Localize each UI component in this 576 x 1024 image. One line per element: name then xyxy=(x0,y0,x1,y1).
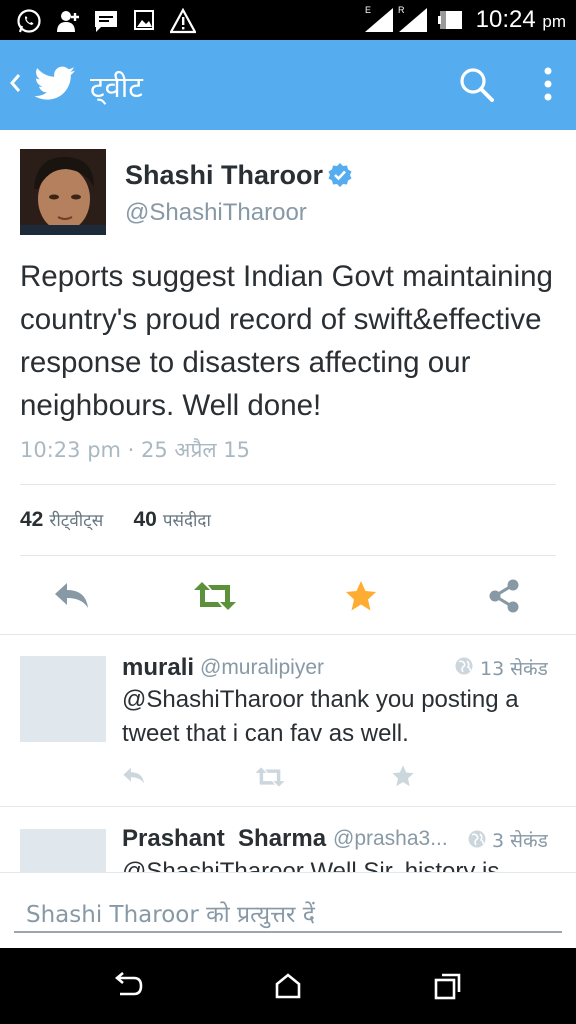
reply-time: 13 सेकंड xyxy=(480,658,548,680)
reply-time: 3 सेकंड xyxy=(492,830,548,852)
author-name[interactable]: Shashi Tharoor xyxy=(125,160,323,191)
reply-avatar[interactable] xyxy=(20,656,106,742)
search-icon[interactable] xyxy=(459,67,495,108)
system-nav-bar xyxy=(0,948,576,1024)
divider xyxy=(20,555,556,556)
reply-text: @ShashiTharoor thank you posting a tweet… xyxy=(122,686,519,747)
divider xyxy=(0,634,576,635)
back-icon[interactable] xyxy=(112,972,144,1005)
message-icon xyxy=(93,8,119,39)
divider xyxy=(20,484,556,485)
author-avatar[interactable] xyxy=(20,149,106,235)
verified-badge-icon xyxy=(327,162,353,193)
home-icon[interactable] xyxy=(274,972,302,1005)
tweet-timestamp: 10:23 pm · 25 अप्रैल 15 xyxy=(20,438,251,462)
svg-text:R: R xyxy=(398,5,405,15)
reply-composer: Shashi Tharoor को प्रत्युत्तर दें xyxy=(0,872,576,948)
reply-icon[interactable] xyxy=(52,580,92,617)
list-item: Prashant Sharma @prasha3... 3 सेकंड @Sha… xyxy=(0,808,576,872)
image-icon xyxy=(133,8,155,37)
reply-input[interactable]: Shashi Tharoor को प्रत्युत्तर दें xyxy=(14,889,562,933)
divider xyxy=(0,806,576,807)
svg-text:E: E xyxy=(365,5,371,15)
clock: 10:24 pm xyxy=(475,6,566,33)
whatsapp-icon xyxy=(16,8,42,39)
favorite-star-icon[interactable] xyxy=(391,764,415,793)
app-bar: ट्वीट xyxy=(0,40,576,130)
retweets-stat[interactable]: 42 रीट्वीट्स xyxy=(20,508,103,531)
recent-apps-icon[interactable] xyxy=(434,972,462,1005)
warning-icon xyxy=(169,7,197,39)
signal-icon: E R xyxy=(364,4,430,39)
twitter-logo-icon[interactable] xyxy=(34,66,76,107)
reply-author-name[interactable]: murali xyxy=(122,654,194,682)
reply-author-name[interactable]: Prashant Sharma xyxy=(122,825,326,853)
globe-icon xyxy=(454,656,474,681)
reply-avatar[interactable] xyxy=(20,829,106,872)
favorite-star-icon[interactable] xyxy=(344,579,378,618)
reply-author-handle[interactable]: @prasha3... xyxy=(333,827,448,851)
favorites-stat[interactable]: 40 पसंदीदा xyxy=(133,508,210,531)
status-bar: E R 10:24 pm xyxy=(0,0,576,40)
overflow-menu-icon[interactable] xyxy=(540,66,556,109)
add-contact-icon xyxy=(55,8,81,39)
back-chevron-icon[interactable] xyxy=(8,70,22,101)
author-handle[interactable]: @ShashiTharoor xyxy=(125,199,307,227)
reply-icon[interactable] xyxy=(121,766,147,791)
globe-icon xyxy=(467,829,487,854)
tweet-stats: 42 रीट्वीट्स 40 पसंदीदा xyxy=(20,508,211,532)
retweet-icon[interactable] xyxy=(192,580,238,617)
page-title: ट्वीट xyxy=(90,70,143,104)
reply-text: @ShashiTharoor Well Sir, history is xyxy=(122,858,500,872)
share-icon[interactable] xyxy=(487,578,521,619)
retweet-icon[interactable] xyxy=(254,766,286,793)
reply-author-handle[interactable]: @muralipiyer xyxy=(200,656,324,680)
battery-icon xyxy=(438,7,464,38)
tweet-text: Reports suggest Indian Govt maintaining … xyxy=(20,260,553,422)
